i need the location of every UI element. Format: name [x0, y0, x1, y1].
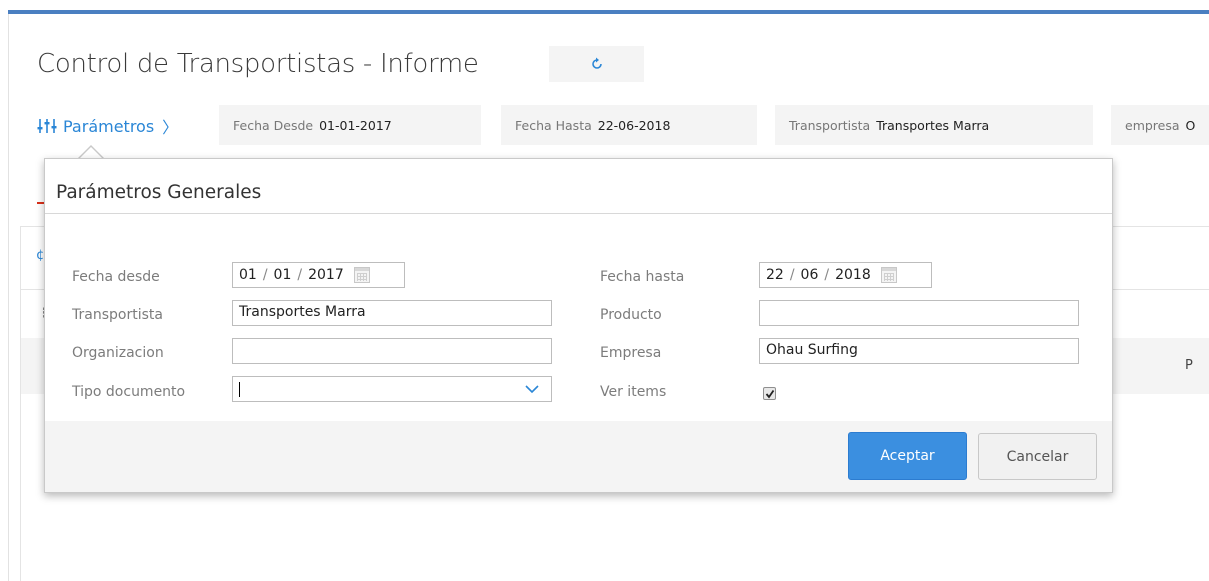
empresa-input[interactable]: Ohau Surfing [759, 338, 1079, 364]
chip-value: Transportes Marra [876, 117, 990, 133]
tipo-documento-select[interactable] [232, 376, 552, 402]
date-month[interactable]: 01 [274, 267, 292, 283]
tipo-documento-label: Tipo documento [72, 384, 186, 400]
calendar-icon[interactable] [880, 267, 897, 283]
fecha-desde-label: Fecha desde [72, 269, 160, 285]
parameters-toggle-label: Parámetros [63, 116, 155, 136]
fecha-desde-input[interactable]: 01 / 01 / 2017 [232, 262, 405, 288]
chip-label: Transportista [789, 117, 871, 133]
transportista-label: Transportista [72, 307, 163, 323]
ver-items-label: Ver items [600, 384, 667, 400]
page-left-border [8, 10, 9, 581]
date-separator: / [789, 267, 795, 283]
accept-button[interactable]: Aceptar [848, 432, 967, 480]
checkmark-icon [765, 389, 774, 398]
dialog-title: Parámetros Generales [56, 182, 262, 203]
chevron-down-icon[interactable] [525, 383, 539, 395]
calendar-icon[interactable] [353, 267, 370, 283]
date-year[interactable]: 2017 [308, 267, 344, 283]
param-chip-empresa[interactable]: empresa O [1111, 105, 1209, 145]
producto-input[interactable] [759, 300, 1079, 326]
chip-value: 22-06-2018 [597, 117, 671, 133]
chip-label: Fecha Desde [233, 117, 314, 133]
fecha-hasta-input[interactable]: 22 / 06 / 2018 [759, 262, 932, 288]
date-year[interactable]: 2018 [835, 267, 871, 283]
top-accent-bar [8, 10, 1209, 14]
parameters-toggle[interactable]: Parámetros 〉 [37, 114, 178, 138]
date-month[interactable]: 06 [801, 267, 819, 283]
chip-label: empresa [1125, 117, 1180, 133]
date-separator: / [262, 267, 268, 283]
ver-items-checkbox[interactable] [763, 387, 776, 400]
date-separator: / [297, 267, 303, 283]
date-day[interactable]: 01 [239, 267, 257, 283]
table-column-header: P [1185, 358, 1193, 373]
param-chip-fecha-desde[interactable]: Fecha Desde 01-01-2017 [219, 105, 481, 145]
refresh-icon [591, 57, 602, 69]
chip-label: Fecha Hasta [515, 117, 592, 133]
text-cursor [239, 382, 240, 397]
producto-label: Producto [600, 307, 662, 323]
sliders-icon [37, 119, 57, 133]
date-day[interactable]: 22 [766, 267, 784, 283]
chip-value: O [1185, 117, 1196, 133]
date-separator: / [824, 267, 830, 283]
param-chip-transportista[interactable]: Transportista Transportes Marra [775, 105, 1093, 145]
parameters-dialog: Parámetros Generales Fecha desde 01 / 01… [44, 158, 1113, 493]
dialog-divider [45, 213, 1112, 214]
organizacion-input[interactable] [232, 338, 552, 364]
refresh-button[interactable] [549, 46, 644, 82]
fecha-hasta-label: Fecha hasta [600, 269, 685, 285]
param-chip-fecha-hasta[interactable]: Fecha Hasta 22-06-2018 [501, 105, 757, 145]
cancel-button[interactable]: Cancelar [978, 433, 1097, 480]
chip-value: 01-01-2017 [319, 117, 392, 133]
organizacion-label: Organizacion [72, 345, 164, 361]
page-title: Control de Transportistas - Informe [37, 49, 479, 79]
empresa-label: Empresa [600, 345, 662, 361]
chevron-right-icon: 〉 [162, 118, 179, 137]
transportista-input[interactable]: Transportes Marra [232, 300, 552, 326]
